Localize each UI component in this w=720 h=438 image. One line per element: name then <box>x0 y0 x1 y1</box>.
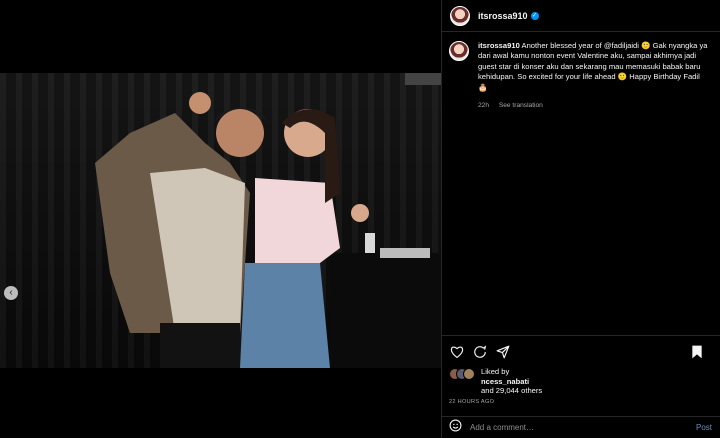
comment-bar: Post <box>441 416 720 438</box>
liked-by-label: Liked by <box>481 367 510 376</box>
photo-illustration <box>95 73 441 368</box>
post-photo: ‹ <box>0 73 441 368</box>
avatar[interactable] <box>450 5 470 26</box>
post-header: itsrossa910 ✓ <box>442 0 720 32</box>
verified-badge-icon: ✓ <box>530 11 539 20</box>
bookmark-icon[interactable] <box>689 344 705 360</box>
caption: itsrossa910 Another blessed year of @fad… <box>449 41 711 111</box>
likes-summary: Liked by ncess_nabati and 29,044 others <box>449 367 711 396</box>
likes-count-link[interactable]: and 29,044 others <box>481 386 542 396</box>
like-heart-icon[interactable] <box>449 344 465 360</box>
liker-avatars <box>449 368 475 380</box>
caption-age: 22h <box>478 102 490 110</box>
post-comment-button[interactable]: Post <box>696 423 712 432</box>
top-liker-link[interactable]: ncess_nabati <box>481 377 529 386</box>
share-icon[interactable] <box>495 344 511 360</box>
post-media: ‹ <box>0 0 441 438</box>
action-bar <box>441 335 720 367</box>
see-translation-link[interactable]: See translation <box>499 102 543 109</box>
caption-username[interactable]: itsrossa910 <box>478 41 520 50</box>
post-timestamp: 22 HOURS AGO <box>449 399 495 405</box>
previous-slide-button[interactable]: ‹ <box>4 286 18 300</box>
header-username[interactable]: itsrossa910 <box>478 11 528 21</box>
comment-icon[interactable] <box>472 344 488 360</box>
emoji-icon[interactable] <box>449 419 462 437</box>
avatar[interactable] <box>449 41 469 61</box>
comment-input[interactable] <box>470 423 696 432</box>
